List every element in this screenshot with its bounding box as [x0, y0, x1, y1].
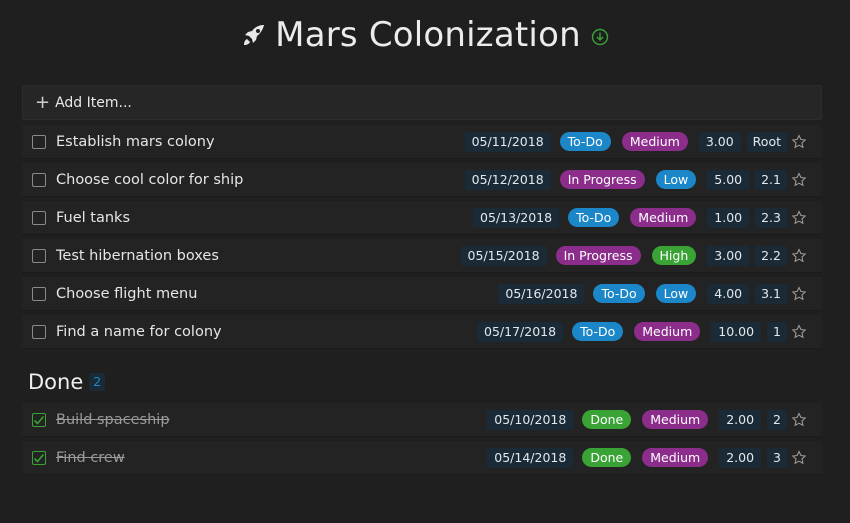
status-badge[interactable]: In Progress [555, 246, 641, 265]
todo-name: Establish mars colony [56, 133, 215, 150]
priority-badge[interactable]: Medium [642, 410, 709, 429]
todo-list: Establish mars colony 05/11/2018 To-Do M… [22, 125, 822, 353]
priority-badge[interactable]: Medium [630, 208, 697, 227]
plus-icon: + [35, 91, 51, 113]
done-meta: 05/10/2018 Done Medium 2.00 2 [487, 409, 822, 430]
status-badge[interactable]: To-Do [568, 208, 620, 227]
todo-meta: 05/15/2018 In Progress High 3.00 2.2 [460, 245, 822, 266]
star-icon[interactable] [791, 449, 807, 466]
todo-checkbox[interactable] [32, 134, 46, 149]
add-item-input[interactable]: + Add Item... [22, 85, 822, 120]
todo-row[interactable]: Choose flight menu 05/16/2018 To-Do Low … [22, 277, 822, 311]
add-item-label: Add Item... [55, 94, 132, 111]
done-row[interactable]: Build spaceship 05/10/2018 Done Medium 2… [22, 403, 822, 437]
done-row[interactable]: Find crew 05/14/2018 Done Medium 2.00 3 [22, 441, 822, 475]
todo-checkbox[interactable] [32, 248, 46, 263]
star-icon[interactable] [791, 411, 807, 428]
todo-row[interactable]: Test hibernation boxes 05/15/2018 In Pro… [22, 239, 822, 273]
rank-value[interactable]: 3 [767, 447, 787, 468]
rocket-icon [241, 22, 267, 48]
rank-value[interactable]: 2.2 [755, 245, 787, 266]
star-icon[interactable] [791, 171, 807, 188]
due-date[interactable]: 05/10/2018 [487, 409, 574, 430]
estimate-value[interactable]: 5.00 [707, 169, 750, 190]
star-icon[interactable] [791, 133, 807, 150]
due-date[interactable]: 05/11/2018 [464, 131, 551, 152]
rank-value[interactable]: Root [746, 131, 787, 152]
due-date[interactable]: 05/17/2018 [477, 321, 564, 342]
star-icon[interactable] [791, 285, 807, 302]
estimate-value[interactable]: 2.00 [719, 409, 762, 430]
todo-meta: 05/16/2018 To-Do Low 4.00 3.1 [498, 283, 822, 304]
priority-badge[interactable]: High [651, 246, 697, 265]
checkmark-icon [33, 415, 45, 425]
estimate-value[interactable]: 3.00 [707, 245, 750, 266]
done-count-badge: 2 [89, 373, 106, 391]
todo-name: Test hibernation boxes [56, 247, 219, 264]
todo-meta: 05/12/2018 In Progress Low 5.00 2.1 [464, 169, 822, 190]
done-list: Build spaceship 05/10/2018 Done Medium 2… [22, 403, 822, 479]
rank-value[interactable]: 1 [767, 321, 787, 342]
download-icon[interactable] [591, 28, 609, 46]
done-name: Build spaceship [56, 411, 170, 428]
priority-badge[interactable]: Low [655, 170, 697, 189]
priority-badge[interactable]: Medium [642, 448, 709, 467]
star-icon[interactable] [791, 323, 807, 340]
estimate-value[interactable]: 2.00 [719, 447, 762, 468]
status-badge[interactable]: In Progress [559, 170, 645, 189]
todo-row[interactable]: Fuel tanks 05/13/2018 To-Do Medium 1.00 … [22, 201, 822, 235]
due-date[interactable]: 05/15/2018 [460, 245, 547, 266]
status-badge[interactable]: To-Do [593, 284, 645, 303]
rank-value[interactable]: 2 [767, 409, 787, 430]
todo-name: Choose cool color for ship [56, 171, 244, 188]
section-title: Done [28, 370, 84, 394]
todo-meta: 05/13/2018 To-Do Medium 1.00 2.3 [473, 207, 822, 228]
page-header: Mars Colonization [0, 12, 850, 58]
status-badge[interactable]: Done [582, 410, 632, 429]
rank-value[interactable]: 3.1 [755, 283, 787, 304]
status-badge[interactable]: To-Do [572, 322, 624, 341]
todo-checkbox[interactable] [32, 286, 46, 301]
todo-row[interactable]: Find a name for colony 05/17/2018 To-Do … [22, 315, 822, 349]
done-checkbox[interactable] [32, 450, 46, 465]
done-name: Find crew [56, 449, 125, 466]
todo-meta: 05/11/2018 To-Do Medium 3.00 Root [464, 131, 822, 152]
rank-value[interactable]: 2.1 [755, 169, 787, 190]
rank-value[interactable]: 2.3 [755, 207, 787, 228]
star-icon[interactable] [791, 209, 807, 226]
checkmark-icon [33, 453, 45, 463]
todo-checkbox[interactable] [32, 324, 46, 339]
priority-badge[interactable]: Medium [621, 132, 688, 151]
todo-row[interactable]: Choose cool color for ship 05/12/2018 In… [22, 163, 822, 197]
due-date[interactable]: 05/12/2018 [464, 169, 551, 190]
done-meta: 05/14/2018 Done Medium 2.00 3 [487, 447, 822, 468]
status-badge[interactable]: To-Do [559, 132, 611, 151]
due-date[interactable]: 05/16/2018 [498, 283, 585, 304]
page-title: Mars Colonization [275, 15, 581, 55]
todo-checkbox[interactable] [32, 210, 46, 225]
estimate-value[interactable]: 3.00 [698, 131, 741, 152]
todo-name: Fuel tanks [56, 209, 131, 226]
todo-meta: 05/17/2018 To-Do Medium 10.00 1 [477, 321, 822, 342]
due-date[interactable]: 05/14/2018 [487, 447, 574, 468]
estimate-value[interactable]: 4.00 [707, 283, 750, 304]
done-section-header[interactable]: Done 2 [28, 370, 106, 394]
priority-badge[interactable]: Medium [634, 322, 701, 341]
priority-badge[interactable]: Low [655, 284, 697, 303]
estimate-value[interactable]: 1.00 [707, 207, 750, 228]
estimate-value[interactable]: 10.00 [711, 321, 762, 342]
due-date[interactable]: 05/13/2018 [473, 207, 560, 228]
status-badge[interactable]: Done [582, 448, 632, 467]
star-icon[interactable] [791, 247, 807, 264]
todo-name: Find a name for colony [56, 323, 222, 340]
todo-row[interactable]: Establish mars colony 05/11/2018 To-Do M… [22, 125, 822, 159]
todo-checkbox[interactable] [32, 172, 46, 187]
todo-name: Choose flight menu [56, 285, 198, 302]
done-checkbox[interactable] [32, 412, 46, 427]
